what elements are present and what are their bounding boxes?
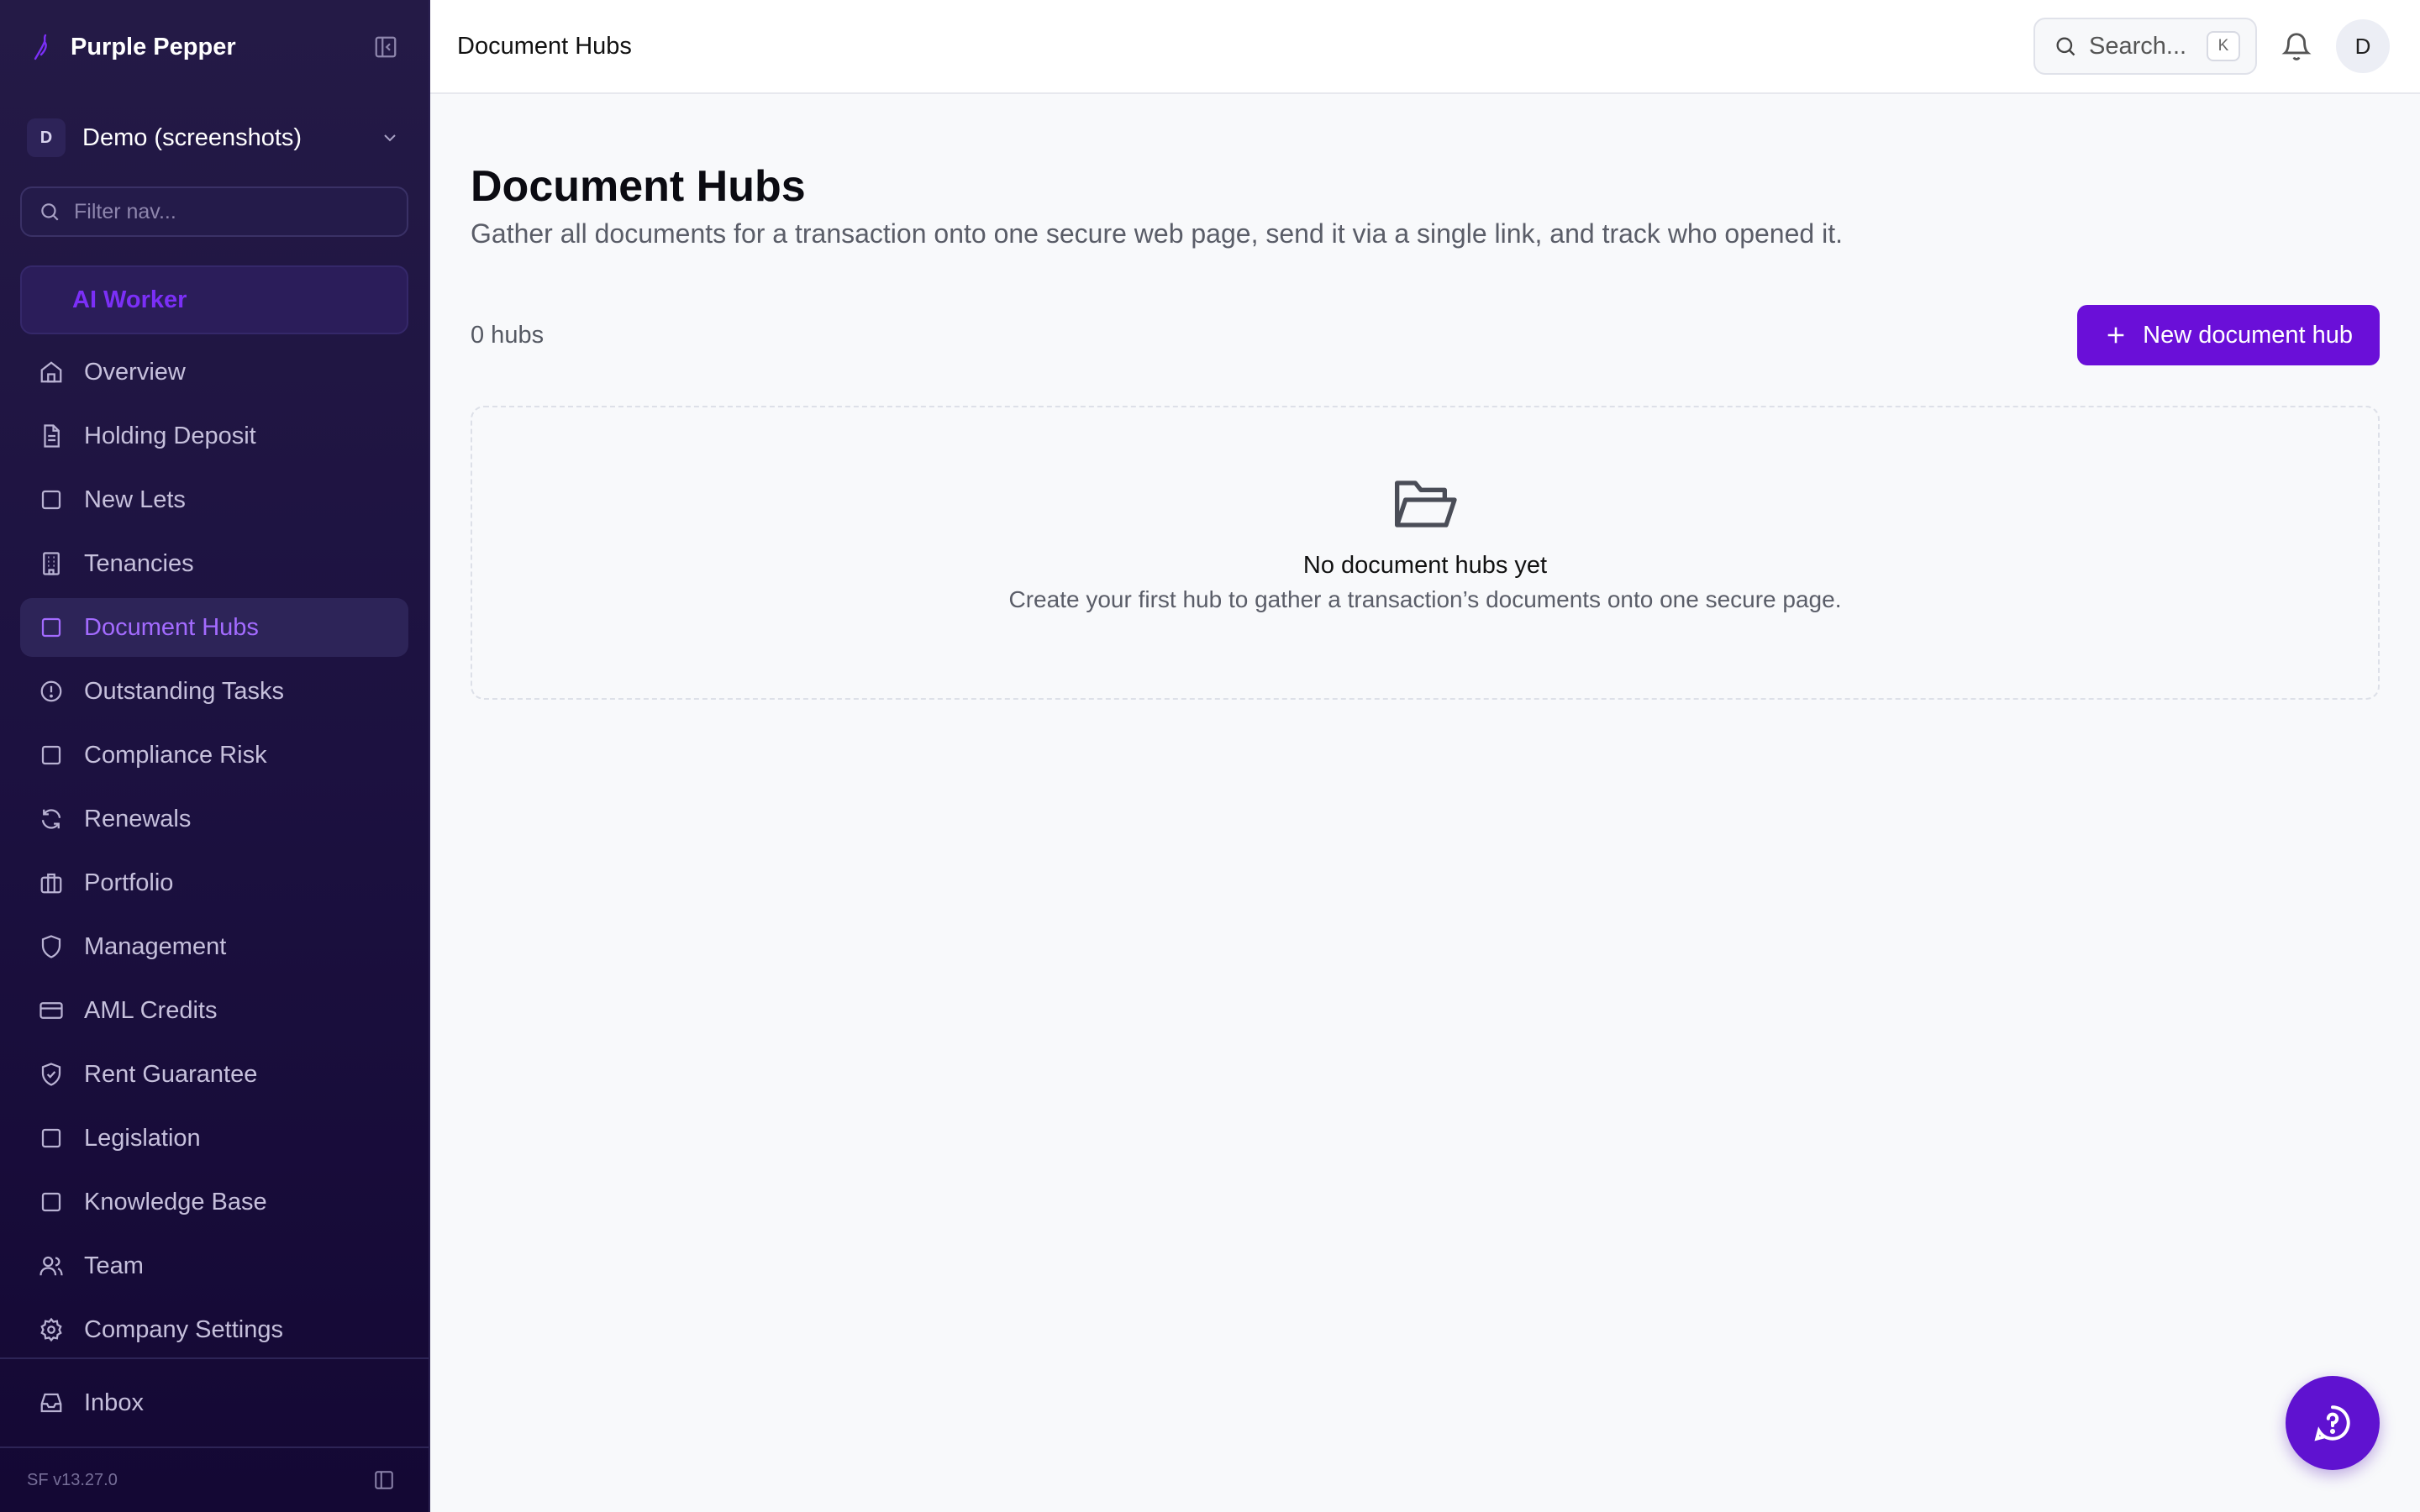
sidebar-item-aml-credits[interactable]: AML Credits <box>20 981 408 1040</box>
home-icon <box>39 360 64 385</box>
page-title: Document Hubs <box>471 162 806 211</box>
sidebar-item-holding-deposit[interactable]: Holding Deposit <box>20 407 408 465</box>
sidebar-item-label: Knowledge Base <box>84 1188 267 1215</box>
sidebar-item-renewals[interactable]: Renewals <box>20 790 408 848</box>
folder-open-icon <box>1392 475 1459 533</box>
page-content: Document Hubs Gather all documents for a… <box>430 94 2420 700</box>
brand[interactable]: Purple Pepper <box>30 33 236 61</box>
sidebar-item-legislation[interactable]: Legislation <box>20 1109 408 1168</box>
sidebar-item-management[interactable]: Management <box>20 917 408 976</box>
sidebar-item-company-settings[interactable]: Company Settings <box>20 1300 408 1359</box>
sidebar-item-label: Renewals <box>84 805 192 832</box>
empty-state-subtitle: Create your first hub to gather a transa… <box>1008 586 1842 612</box>
ai-worker-button[interactable]: AI Worker <box>20 265 408 334</box>
version-label: SF v13.27.0 <box>27 1470 118 1489</box>
workspace-avatar: D <box>27 118 66 157</box>
toolbar-row: 0 hubs New document hub <box>471 305 2380 365</box>
bell-icon[interactable] <box>2281 30 2312 62</box>
user-avatar[interactable]: D <box>2336 19 2390 73</box>
sidebar-item-label: AML Credits <box>84 996 218 1024</box>
credit-card-icon <box>39 998 64 1023</box>
inbox-label: Inbox <box>84 1389 144 1416</box>
sidebar-item-label: Management <box>84 932 227 960</box>
sidebar-item-outstanding-tasks[interactable]: Outstanding Tasks <box>20 662 408 721</box>
search-label: Search... <box>2089 32 2187 60</box>
sidebar-item-label: Company Settings <box>84 1315 283 1343</box>
sidebar-item-label: Holding Deposit <box>84 422 256 449</box>
collapse-sidebar-icon[interactable] <box>373 34 398 60</box>
shield-check-icon <box>39 1062 64 1087</box>
sidebar-item-label: Outstanding Tasks <box>84 677 285 705</box>
hub-count: 0 hubs <box>471 321 544 349</box>
empty-state: No document hubs yet Create your first h… <box>471 406 2380 700</box>
square-icon <box>39 1189 64 1215</box>
building-icon <box>39 551 64 576</box>
sidebar-item-label: New Lets <box>84 486 186 513</box>
sidebar: Purple Pepper D Demo (screenshots) AI Wo… <box>0 0 430 1512</box>
file-text-icon <box>39 423 64 449</box>
search-button[interactable]: Search... K <box>2033 18 2257 75</box>
brand-name: Purple Pepper <box>71 33 236 60</box>
topbar: Document Hubs Search... K D <box>430 0 2420 94</box>
empty-state-title: No document hubs yet <box>1302 552 1548 579</box>
square-icon <box>39 615 64 640</box>
sidebar-item-team[interactable]: Team <box>20 1236 408 1295</box>
sidebar-item-label: Compliance Risk <box>84 741 267 769</box>
sidebar-item-label: Tenancies <box>84 549 194 577</box>
sidebar-item-label: Portfolio <box>84 869 174 896</box>
filter-nav <box>20 186 408 237</box>
sidebar-item-new-lets[interactable]: New Lets <box>20 470 408 529</box>
sidebar-item-label: Team <box>84 1252 144 1279</box>
sidebar-footer: SF v13.27.0 <box>0 1446 429 1512</box>
alert-circle-icon <box>39 679 64 704</box>
sidebar-item-compliance-risk[interactable]: Compliance Risk <box>20 726 408 785</box>
gear-icon <box>39 1317 64 1342</box>
page-subtitle: Gather all documents for a transaction o… <box>471 218 1843 249</box>
square-icon <box>39 487 64 512</box>
sidebar-item-rent-guarantee[interactable]: Rent Guarantee <box>20 1045 408 1104</box>
search-shortcut: K <box>2207 31 2240 61</box>
chevron-down-icon <box>380 128 400 148</box>
users-icon <box>39 1253 64 1278</box>
shield-icon <box>39 934 64 959</box>
sidebar-item-tenancies[interactable]: Tenancies <box>20 534 408 593</box>
breadcrumb: Document Hubs <box>457 32 632 60</box>
sidebar-header: Purple Pepper <box>0 0 429 94</box>
sidebar-item-label: Document Hubs <box>84 613 259 641</box>
sidebar-item-overview[interactable]: Overview <box>20 343 408 402</box>
plus-icon <box>2104 323 2128 347</box>
workspace-name: Demo (screenshots) <box>82 123 302 151</box>
topbar-actions: Search... K D <box>2033 18 2390 75</box>
briefcase-icon <box>39 870 64 895</box>
help-chat-button[interactable] <box>2286 1376 2380 1470</box>
pepper-logo-icon <box>30 33 52 61</box>
new-document-hub-button[interactable]: New document hub <box>2077 305 2380 365</box>
sidebar-item-label: Legislation <box>84 1124 201 1152</box>
square-icon <box>39 1126 64 1151</box>
inbox-icon <box>39 1390 64 1415</box>
sidebar-item-knowledge-base[interactable]: Knowledge Base <box>20 1173 408 1231</box>
panel-toggle-icon[interactable] <box>373 1469 395 1491</box>
filter-nav-input[interactable] <box>74 199 390 224</box>
sidebar-bottom: Inbox SF v13.27.0 <box>0 1357 429 1512</box>
sidebar-item-label: Rent Guarantee <box>84 1060 258 1088</box>
refresh-icon <box>39 806 64 832</box>
new-document-hub-label: New document hub <box>2143 321 2353 349</box>
sidebar-item-portfolio[interactable]: Portfolio <box>20 853 408 912</box>
sidebar-item-document-hubs[interactable]: Document Hubs <box>20 598 408 657</box>
workspace-switcher[interactable]: D Demo (screenshots) <box>24 94 405 181</box>
sidebar-nav: Overview Holding Deposit New Lets Tenanc… <box>0 343 429 1364</box>
square-icon <box>39 743 64 768</box>
sidebar-item-inbox[interactable]: Inbox <box>0 1359 429 1446</box>
sidebar-item-label: Overview <box>84 358 186 386</box>
help-chat-icon <box>2312 1402 2354 1444</box>
main-area: Document Hubs Search... K D Document Hub… <box>430 0 2420 1512</box>
search-icon <box>2054 34 2077 58</box>
search-icon <box>39 201 60 223</box>
